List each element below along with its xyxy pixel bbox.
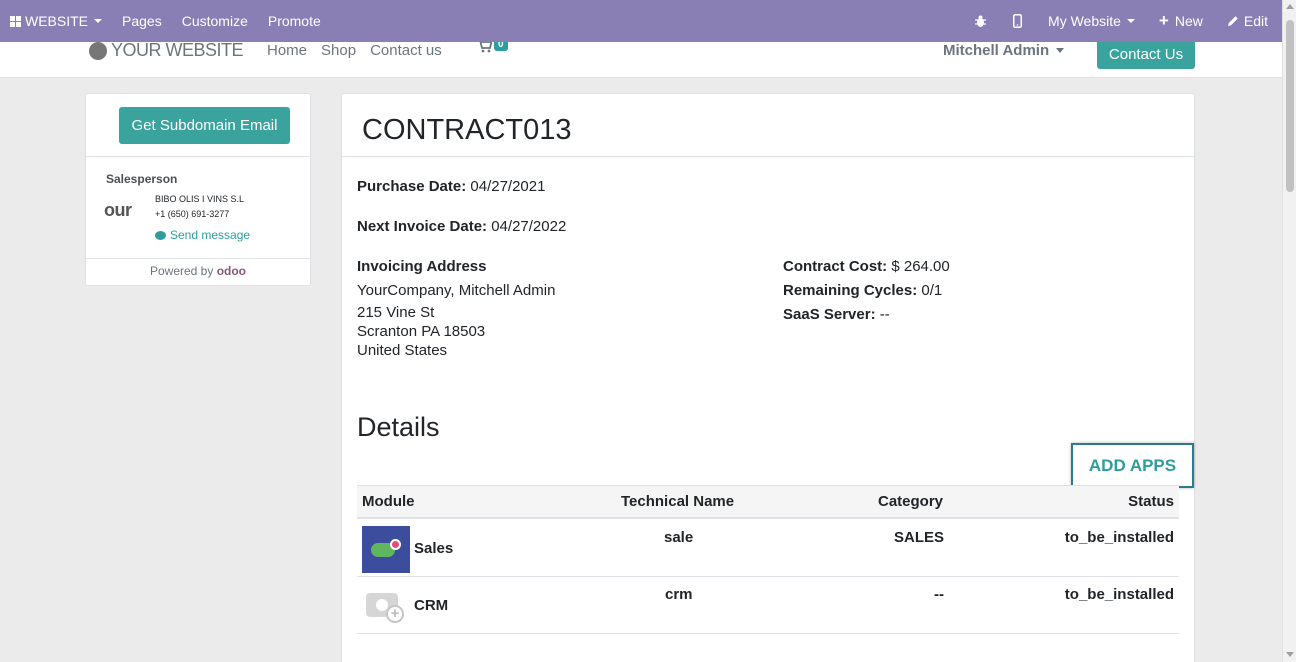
odoo-logo[interactable]: odoo <box>217 264 246 278</box>
address-country: United States <box>357 342 448 359</box>
contract-cost-value: $ 264.00 <box>891 258 950 275</box>
sales-app-icon <box>362 526 410 573</box>
next-invoice-date-field: Next Invoice Date: 04/27/2022 <box>357 218 566 235</box>
bug-icon <box>975 15 987 27</box>
next-invoice-date-label: Next Invoice Date: <box>357 218 488 235</box>
new-label: New <box>1174 13 1203 29</box>
nav-home[interactable]: Home <box>267 42 307 59</box>
customize-menu[interactable]: Customize <box>172 0 258 42</box>
comment-icon <box>155 230 166 240</box>
column-module: Module <box>362 493 415 510</box>
nav-contact-us[interactable]: Contact us <box>370 42 442 59</box>
status: to_be_installed <box>1064 586 1174 603</box>
salesperson-phone: +1 (650) 691-3277 <box>155 209 230 219</box>
powered-by-label: Powered by <box>149 264 214 278</box>
category: SALES <box>893 529 944 546</box>
app-menu-toggle[interactable]: WEBSITE <box>0 0 112 42</box>
nav-shop[interactable]: Shop <box>321 42 356 59</box>
column-category: Category <box>878 493 944 510</box>
caret-down-icon <box>1056 48 1065 53</box>
address-city: Scranton PA 18503 <box>357 323 486 340</box>
contract-card: CONTRACT013 Purchase Date: 04/27/2021 Ne… <box>341 93 1195 662</box>
salesperson-label: Salesperson <box>106 172 178 186</box>
module-name: Sales <box>414 540 454 557</box>
next-invoice-date-value: 04/27/2022 <box>491 218 567 235</box>
caret-down-icon <box>94 19 103 23</box>
powered-by: Powered by odoo <box>86 264 310 278</box>
site-header: YOUR WEBSITE Home Shop Contact us 0 Mitc… <box>0 38 1282 78</box>
pencil-icon <box>1227 16 1238 26</box>
user-name: Mitchell Admin <box>943 42 1050 59</box>
technical-name: sale <box>664 529 694 546</box>
contract-title: CONTRACT013 <box>362 114 572 146</box>
scrollbar-thumb[interactable] <box>1286 20 1294 192</box>
address-street: 215 Vine St <box>357 304 435 321</box>
website-switcher-label: My Website <box>1048 13 1121 29</box>
new-button[interactable]: + New <box>1145 0 1217 42</box>
mobile-preview-button[interactable] <box>997 0 1038 42</box>
website-switcher[interactable]: My Website <box>1038 0 1145 42</box>
crm-app-icon: + <box>366 587 404 623</box>
remaining-cycles-label: Remaining Cycles: <box>783 282 918 299</box>
pages-menu[interactable]: Pages <box>112 0 172 42</box>
page-scrollbar[interactable] <box>1282 0 1296 662</box>
modules-table-header: Module Technical Name Category Status <box>357 485 1179 519</box>
plus-icon: + <box>1158 11 1169 30</box>
main-nav: Home Shop Contact us <box>267 42 456 59</box>
apps-grid-icon <box>10 15 21 27</box>
remaining-cycles-value: 0/1 <box>921 282 943 299</box>
purchase-date-value: 04/27/2021 <box>470 178 546 195</box>
sidebar-card: Get Subdomain Email Salesperson our C BI… <box>85 93 311 286</box>
globe-icon <box>89 41 107 60</box>
logo-text: YOUR WEBSITE <box>111 40 244 60</box>
module-name: CRM <box>414 597 449 614</box>
status: to_be_installed <box>1064 529 1174 546</box>
debug-button[interactable] <box>964 0 997 42</box>
get-subdomain-email-button[interactable]: Get Subdomain Email <box>119 107 290 144</box>
user-menu[interactable]: Mitchell Admin <box>943 42 1065 59</box>
column-status: Status <box>1128 493 1174 510</box>
divider <box>342 156 1194 157</box>
salesperson-name: BIBO OLIS I VINS S.L <box>155 194 245 204</box>
add-apps-button[interactable]: ADD APPS <box>1071 443 1194 488</box>
divider <box>86 156 310 157</box>
address-name: YourCompany, Mitchell Admin <box>357 282 556 299</box>
contact-us-button[interactable]: Contact Us <box>1097 40 1195 69</box>
purchase-date-label: Purchase Date: <box>357 178 467 195</box>
saas-server-label: SaaS Server: <box>783 306 876 323</box>
category: -- <box>934 586 944 603</box>
divider <box>86 258 310 259</box>
caret-down-icon <box>1126 19 1135 23</box>
send-message-label: Send message <box>170 228 251 242</box>
invoicing-address-label: Invoicing Address <box>357 258 487 275</box>
promote-menu[interactable]: Promote <box>258 0 331 42</box>
technical-name: crm <box>665 586 693 603</box>
details-heading: Details <box>357 412 440 442</box>
table-row: + CRM crm -- to_be_installed <box>357 577 1179 634</box>
contract-cost-field: Contract Cost: $ 264.00 <box>783 258 950 275</box>
mobile-icon <box>1013 14 1023 28</box>
admin-bar: WEBSITE Pages Customize Promote My Websi… <box>0 0 1282 42</box>
edit-label: Edit <box>1243 13 1268 29</box>
saas-server-value: -- <box>879 306 890 323</box>
column-technical-name: Technical Name <box>621 493 735 510</box>
contract-cost-label: Contract Cost: <box>783 258 888 275</box>
scroll-down-icon[interactable] <box>1286 652 1294 657</box>
app-menu-label: WEBSITE <box>25 13 89 29</box>
table-row: Sales sale SALES to_be_installed <box>357 520 1179 577</box>
saas-server-field: SaaS Server: -- <box>783 306 890 323</box>
scroll-up-icon[interactable] <box>1286 4 1294 9</box>
site-logo[interactable]: YOUR WEBSITE <box>89 40 244 61</box>
edit-button[interactable]: Edit <box>1217 0 1282 42</box>
remaining-cycles-field: Remaining Cycles: 0/1 <box>783 282 942 299</box>
purchase-date-field: Purchase Date: 04/27/2021 <box>357 178 545 195</box>
send-message-link[interactable]: Send message <box>155 228 250 242</box>
salesperson-avatar: our C <box>104 200 132 220</box>
